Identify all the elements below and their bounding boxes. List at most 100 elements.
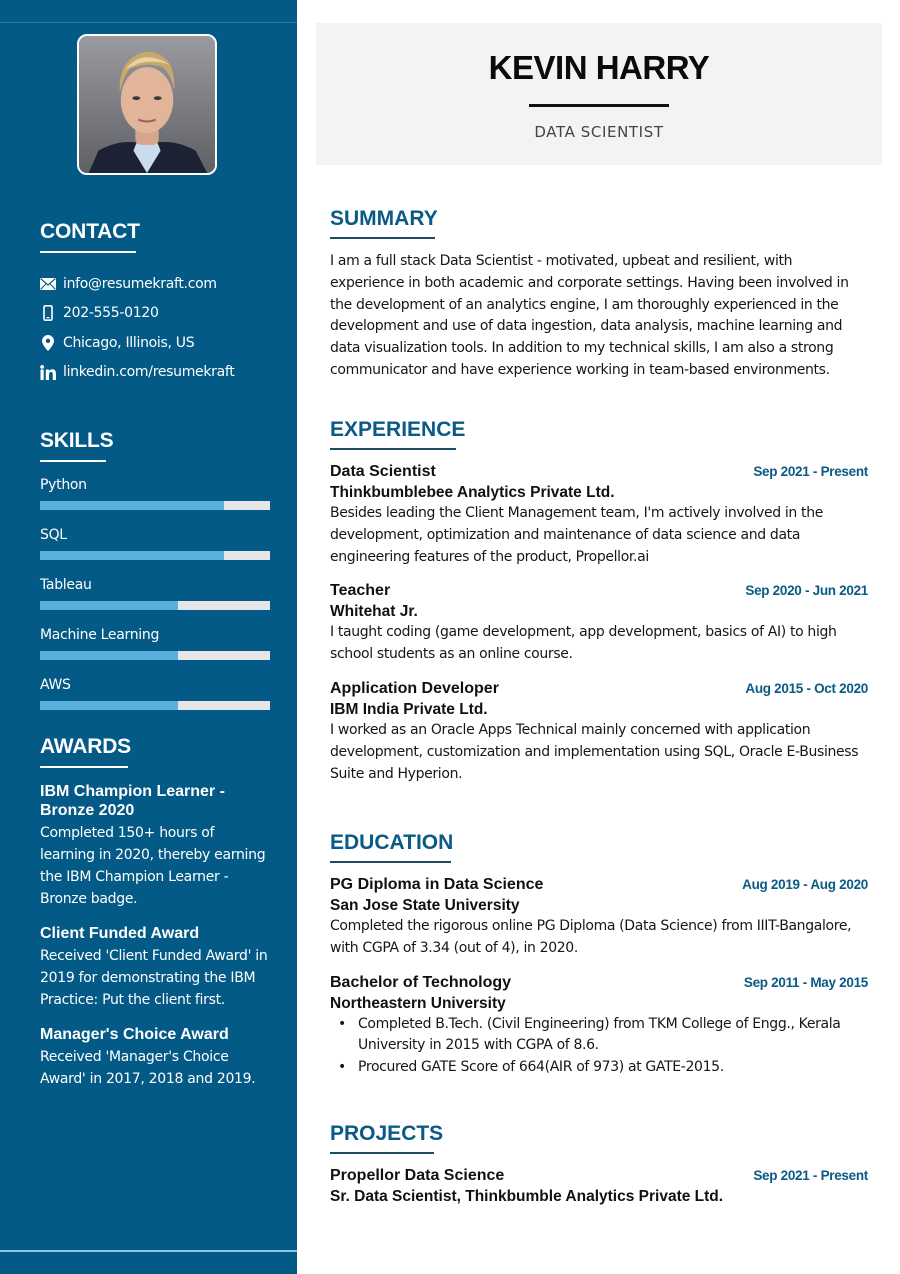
skills-heading: SKILLS xyxy=(40,429,114,452)
job-description: Besides leading the Client Management te… xyxy=(330,505,823,565)
projects-heading-underline xyxy=(330,1152,434,1154)
sidebar: CONTACT info@resumekraft.com 202-555-012… xyxy=(0,0,297,1274)
job-description: I worked as an Oracle Apps Technical mai… xyxy=(330,721,859,782)
skills-list: Python SQL Tableau Machine Learning AWS xyxy=(40,476,272,710)
contact-linkedin[interactable]: linkedin.com/resumekraft xyxy=(40,358,272,388)
skills-heading-underline xyxy=(40,460,106,462)
summary-heading: SUMMARY xyxy=(330,207,438,230)
skill-bar xyxy=(40,701,270,710)
award-title: Client Funded Award xyxy=(40,925,200,942)
skill-bar-fill xyxy=(40,551,224,560)
experience-entry: Data Scientist Sep 2021 - Present Thinkb… xyxy=(330,462,870,568)
degree-bullet: Procured GATE Score of 664(AIR of 973) a… xyxy=(338,1057,870,1079)
award-description: Received 'Manager's Choice Award' in 201… xyxy=(40,1049,256,1087)
award-description: Received 'Client Funded Award' in 2019 f… xyxy=(40,948,268,1008)
degree-date: Aug 2019 - Aug 2020 xyxy=(742,877,868,892)
location-pin-icon xyxy=(40,334,56,351)
award-item: IBM Champion Learner - Bronze 2020 Compl… xyxy=(40,782,272,910)
project-role: Sr. Data Scientist, Thinkbumble Analytic… xyxy=(330,1188,724,1205)
job-title: Data Scientist xyxy=(330,463,436,480)
education-entry: Bachelor of Technology Sep 2011 - May 20… xyxy=(330,973,870,1079)
contact-linkedin-text: linkedin.com/resumekraft xyxy=(63,364,235,381)
skills-section: SKILLS Python SQL Tableau Machine Learni… xyxy=(40,429,272,710)
skill-item: SQL xyxy=(40,526,272,560)
skill-bar-fill xyxy=(40,501,224,510)
summary-section: SUMMARY I am a full stack Data Scientist… xyxy=(330,207,870,382)
skill-label: Machine Learning xyxy=(40,627,160,643)
experience-heading: EXPERIENCE xyxy=(330,418,466,441)
contact-phone-text: 202-555-0120 xyxy=(63,305,159,322)
award-title: Manager's Choice Award xyxy=(40,1026,229,1043)
experience-entry: Teacher Sep 2020 - Jun 2021 Whitehat Jr.… xyxy=(330,581,870,666)
job-company: Thinkbumblebee Analytics Private Ltd. xyxy=(330,484,615,501)
name-divider xyxy=(529,104,669,107)
institution: San Jose State University xyxy=(330,897,520,914)
contact-email-text: info@resumekraft.com xyxy=(63,275,217,292)
degree-bullets: Completed B.Tech. (Civil Engineering) fr… xyxy=(338,1014,870,1079)
experience-section: EXPERIENCE Data Scientist Sep 2021 - Pre… xyxy=(330,418,870,785)
contact-section: CONTACT info@resumekraft.com 202-555-012… xyxy=(40,220,272,387)
profile-photo-illustration xyxy=(79,36,215,173)
experience-heading-underline xyxy=(330,448,456,450)
projects-heading: PROJECTS xyxy=(330,1122,444,1145)
institution: Northeastern University xyxy=(330,994,506,1012)
award-title: IBM Champion Learner - Bronze 2020 xyxy=(40,783,225,819)
skill-bar xyxy=(40,651,270,660)
skill-item: Machine Learning xyxy=(40,626,272,660)
summary-heading-underline xyxy=(330,237,435,239)
job-date: Aug 2015 - Oct 2020 xyxy=(745,680,868,696)
education-section: EDUCATION PG Diploma in Data Science Aug… xyxy=(330,831,870,1079)
job-company: Whitehat Jr. xyxy=(330,603,418,621)
skill-label: Python xyxy=(40,477,87,493)
contact-location-text: Chicago, Illinois, US xyxy=(63,334,195,351)
job-description: I taught coding (game development, app d… xyxy=(330,624,837,663)
skill-item: Tableau xyxy=(40,576,272,610)
sidebar-top-divider xyxy=(0,22,297,23)
skill-item: AWS xyxy=(40,676,272,710)
award-description: Completed 150+ hours of learning in 2020… xyxy=(40,825,266,907)
resume-header: KEVIN HARRY DATA SCIENTIST xyxy=(316,23,882,165)
skill-bar xyxy=(40,501,270,510)
job-title: Teacher xyxy=(330,582,391,600)
job-title: Application Developer xyxy=(330,679,499,697)
degree-description: Completed the rigorous online PG Diploma… xyxy=(330,918,852,956)
awards-heading-underline xyxy=(40,766,128,768)
degree-title: Bachelor of Technology xyxy=(330,973,512,991)
candidate-role: DATA SCIENTIST xyxy=(534,123,664,141)
skill-item: Python xyxy=(40,476,272,510)
awards-section: AWARDS IBM Champion Learner - Bronze 202… xyxy=(40,735,272,1090)
degree-bullet: Completed B.Tech. (Civil Engineering) fr… xyxy=(338,1014,870,1058)
project-date: Sep 2021 - Present xyxy=(753,1168,868,1183)
award-item: Client Funded Award Received 'Client Fun… xyxy=(40,924,272,1011)
job-company: IBM India Private Ltd. xyxy=(330,700,488,718)
summary-text: I am a full stack Data Scientist - motiv… xyxy=(330,253,849,378)
skill-bar xyxy=(40,601,270,610)
skill-bar-fill xyxy=(40,701,178,710)
job-date: Sep 2020 - Jun 2021 xyxy=(745,583,868,599)
sidebar-bottom-divider xyxy=(0,1250,297,1252)
skill-bar-fill xyxy=(40,601,178,610)
projects-section: PROJECTS Propellor Data Science Sep 2021… xyxy=(330,1122,870,1207)
degree-title: PG Diploma in Data Science xyxy=(330,876,544,893)
skill-label: Tableau xyxy=(40,577,92,593)
project-entry: Propellor Data Science Sep 2021 - Presen… xyxy=(330,1166,870,1207)
candidate-name: KEVIN HARRY xyxy=(488,49,710,86)
contact-heading: CONTACT xyxy=(40,220,140,243)
envelope-icon xyxy=(40,276,56,292)
skill-label: AWS xyxy=(40,677,71,693)
contact-heading-underline xyxy=(40,251,136,253)
experience-entry: Application Developer Aug 2015 - Oct 202… xyxy=(330,679,870,785)
contact-phone[interactable]: 202-555-0120 xyxy=(40,299,272,329)
linkedin-icon xyxy=(40,364,56,380)
education-heading-underline xyxy=(330,861,451,863)
job-date: Sep 2021 - Present xyxy=(753,464,868,479)
contact-list: info@resumekraft.com 202-555-0120 Chicag… xyxy=(40,269,272,387)
profile-photo xyxy=(77,34,217,175)
contact-email[interactable]: info@resumekraft.com xyxy=(40,269,272,299)
skill-bar xyxy=(40,551,270,560)
awards-heading: AWARDS xyxy=(40,735,131,758)
skill-label: SQL xyxy=(40,527,67,543)
award-item: Manager's Choice Award Received 'Manager… xyxy=(40,1025,272,1090)
contact-location: Chicago, Illinois, US xyxy=(40,328,272,358)
skill-bar-fill xyxy=(40,651,178,660)
